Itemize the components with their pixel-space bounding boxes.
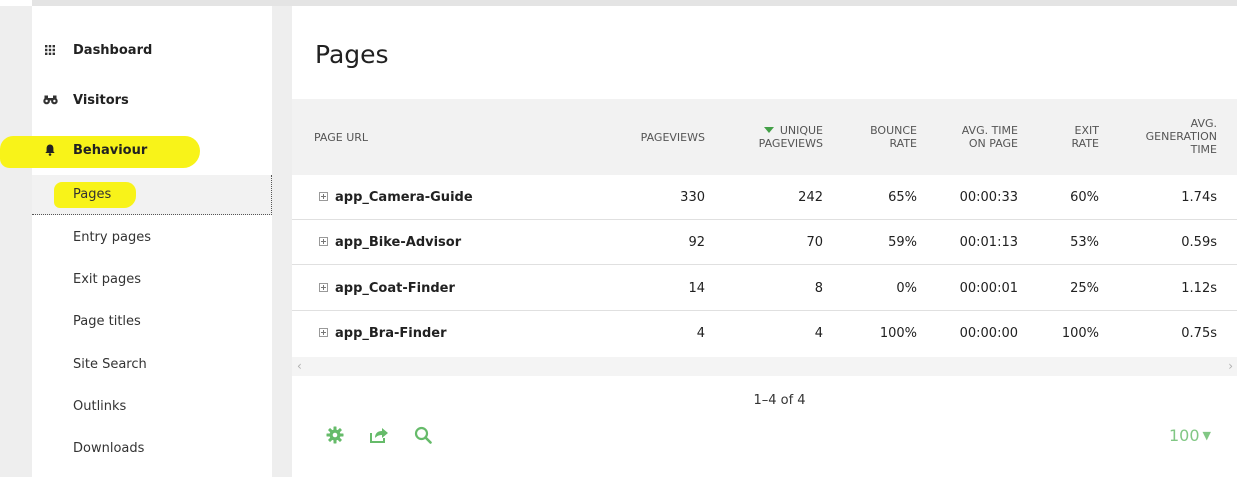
cell-url[interactable]: app_Bike-Advisor [319,220,461,265]
pagination-text: 1–4 of 4 [753,393,806,408]
col-exit-rate[interactable]: Exit rate [1071,124,1099,150]
col-label: Bounce [870,124,917,137]
menu-behaviour[interactable]: Behaviour [32,135,272,165]
menu-label: Behaviour [73,142,148,158]
search-icon[interactable] [412,424,434,446]
scroll-right-icon[interactable]: › [1228,357,1233,376]
caret-down-icon: ▼ [1202,429,1211,442]
cell-gen: 1.74s [1181,190,1217,205]
limit-selector[interactable]: 100 ▼ [1169,426,1211,445]
cell-unique: 4 [814,326,823,341]
scroll-left-icon[interactable]: ‹ [297,357,302,376]
subitem-exit-pages[interactable]: Exit pages [32,259,272,299]
subitem-entry-pages[interactable]: Entry pages [32,217,272,257]
table-row[interactable]: app_Bra-Finder 4 4 100% 00:00:00 100% 0.… [292,311,1237,356]
report-card: Pages Page URL Pageviews Unique Pageview… [292,6,1237,477]
subitem-label: Exit pages [73,271,141,287]
col-generation-time[interactable]: Avg. generation time [1146,117,1217,156]
cell-gen: 0.59s [1181,235,1217,250]
cell-gen: 1.12s [1181,281,1217,296]
url-text: app_Bra-Finder [335,326,447,341]
limit-value: 100 [1168,426,1200,445]
subitem-label: Site Search [73,356,147,372]
cell-pageviews: 92 [688,235,705,250]
cell-avgtime: 00:00:01 [959,281,1018,296]
table-row[interactable]: app_Coat-Finder 14 8 0% 00:00:01 25% 1.1… [292,266,1237,311]
cell-avgtime: 00:01:13 [959,235,1018,250]
cell-unique: 242 [798,190,823,205]
table-header: Page URL Pageviews Unique Pageviews Boun… [292,99,1237,175]
grid-icon [42,42,58,58]
col-label: Unique [779,124,823,137]
sidebar: Dashboard Visitors Behaviour Pages Entry [0,6,272,477]
col-label: Pageviews [758,137,823,150]
cell-bounce: 100% [879,326,917,341]
cell-pageviews: 4 [696,326,705,341]
cell-url[interactable]: app_Coat-Finder [319,266,455,311]
col-label: Avg. [1190,117,1217,130]
col-label: on page [968,137,1018,150]
expand-icon[interactable] [319,192,328,201]
cell-url[interactable]: app_Camera-Guide [319,175,473,220]
cell-exit: 25% [1070,281,1099,296]
subitem-label: Outlinks [73,398,127,414]
subitem-outlinks[interactable]: Outlinks [32,386,272,426]
url-text: app_Coat-Finder [335,281,455,296]
page-title: Pages [315,40,389,69]
col-label: Page URL [314,131,369,144]
sort-desc-icon [763,127,774,133]
export-icon[interactable] [368,424,390,446]
col-label: Exit [1074,124,1099,137]
cell-pageviews: 330 [680,190,705,205]
cell-pageviews: 14 [688,281,705,296]
col-unique-pageviews[interactable]: Unique Pageviews [759,124,823,150]
table-row[interactable]: app_Camera-Guide 330 242 65% 00:00:33 60… [292,175,1237,220]
col-label: Avg. time [961,124,1018,137]
subitem-label: Page titles [73,313,141,329]
subitem-site-search[interactable]: Site Search [32,344,272,384]
col-pageviews[interactable]: Pageviews [641,131,705,144]
expand-icon[interactable] [319,328,328,337]
col-label: Pageviews [640,131,705,144]
subitem-page-titles[interactable]: Page titles [32,301,272,341]
subitem-label: Pages [73,187,112,202]
cell-avgtime: 00:00:00 [959,326,1018,341]
cell-gen: 0.75s [1181,326,1217,341]
url-text: app_Camera-Guide [335,190,473,205]
expand-icon[interactable] [319,237,328,246]
col-label: rate [1071,137,1099,150]
expand-icon[interactable] [319,283,328,292]
table-row[interactable]: app_Bike-Advisor 92 70 59% 00:01:13 53% … [292,220,1237,265]
cell-bounce: 59% [888,235,917,250]
col-label: time [1190,143,1217,156]
cell-exit: 100% [1061,326,1099,341]
cell-avgtime: 00:00:33 [959,190,1018,205]
col-page-url[interactable]: Page URL [314,131,368,144]
menu-label: Dashboard [73,42,153,58]
menu-dashboard[interactable]: Dashboard [32,35,272,65]
cell-url[interactable]: app_Bra-Finder [319,311,447,356]
footer-icons [324,424,434,446]
cell-bounce: 0% [896,281,917,296]
subitem-downloads[interactable]: Downloads [32,428,272,468]
col-bounce-rate[interactable]: Bounce Rate [870,124,917,150]
gear-icon[interactable] [324,424,346,446]
cell-unique: 70 [806,235,823,250]
horizontal-scrollbar[interactable]: ‹ › [292,357,1237,376]
col-label: Rate [889,137,917,150]
col-label: generation [1145,130,1217,143]
cell-exit: 53% [1070,235,1099,250]
col-avg-time[interactable]: Avg. time on page [962,124,1018,150]
subitem-label: Entry pages [73,229,151,245]
subitem-pages[interactable]: Pages [32,175,272,215]
subitem-label: Downloads [73,440,145,456]
binoculars-icon [42,92,58,108]
url-text: app_Bike-Advisor [335,235,462,250]
cell-bounce: 65% [888,190,917,205]
menu-visitors[interactable]: Visitors [32,85,272,115]
menu-label: Visitors [73,92,129,108]
bell-icon [42,142,58,158]
cell-exit: 60% [1070,190,1099,205]
cell-unique: 8 [814,281,823,296]
